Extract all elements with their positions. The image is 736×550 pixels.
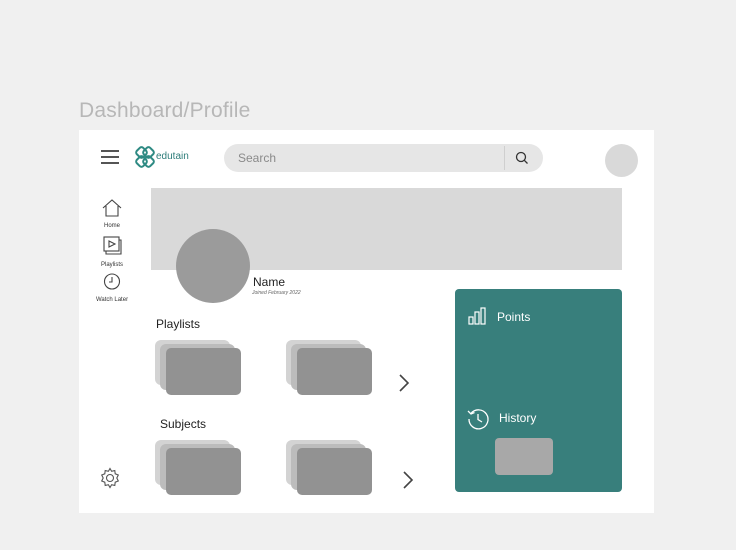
profile-name: Name — [253, 275, 286, 289]
subject-card[interactable] — [286, 440, 374, 496]
bar-chart-icon — [467, 306, 487, 331]
search-input[interactable]: Search — [238, 151, 276, 165]
playlist-icon — [90, 236, 134, 261]
subjects-title: Subjects — [160, 417, 207, 431]
clock-icon — [90, 273, 134, 296]
sidebar-item-playlists[interactable]: Playlists — [90, 236, 134, 268]
playlist-card[interactable] — [286, 340, 374, 396]
playlist-card[interactable] — [155, 340, 243, 396]
points-label[interactable]: Points — [497, 310, 530, 324]
home-icon — [90, 199, 134, 222]
app-frame: edutain Search Home Playlists Watch Late… — [79, 130, 654, 513]
chevron-right-icon[interactable] — [397, 372, 411, 394]
search-icon[interactable] — [514, 150, 530, 166]
menu-icon[interactable] — [101, 150, 119, 164]
sidebar-item-home[interactable]: Home — [90, 199, 134, 229]
logo-icon — [133, 146, 157, 168]
user-avatar[interactable] — [605, 144, 638, 177]
brand-name: edutain — [156, 151, 189, 162]
gear-icon[interactable] — [99, 467, 121, 489]
search-bar[interactable]: Search — [224, 144, 543, 172]
sidebar-item-label: Playlists — [100, 262, 123, 268]
profile-avatar[interactable] — [176, 229, 250, 303]
subject-card[interactable] — [155, 440, 243, 496]
chevron-right-icon[interactable] — [401, 469, 415, 491]
search-divider — [504, 146, 505, 170]
playlists-title: Playlists — [156, 317, 201, 331]
history-icon — [466, 407, 490, 436]
history-label[interactable]: History — [499, 411, 536, 425]
sidebar-item-label: Watch Later — [95, 297, 129, 303]
profile-joined-date: Joined February 2022 — [252, 290, 301, 296]
sidebar-item-label: Home — [103, 223, 120, 229]
frame-title: Dashboard/Profile — [79, 99, 251, 122]
history-thumbnail[interactable] — [495, 438, 553, 475]
sidebar-item-watch-later[interactable]: Watch Later — [90, 273, 134, 303]
stats-panel: Points History — [455, 289, 622, 492]
